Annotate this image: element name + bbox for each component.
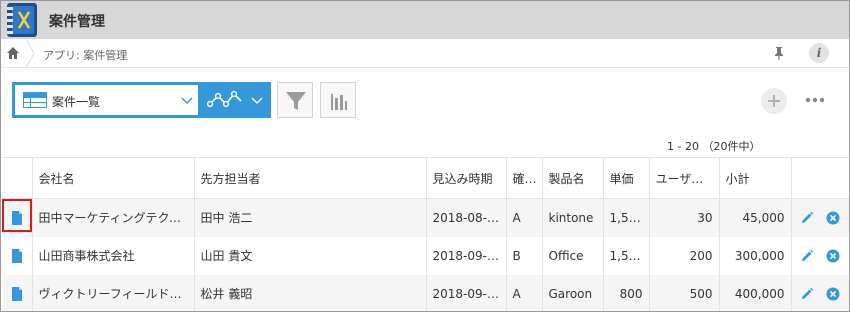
- more-options-button[interactable]: [801, 90, 829, 110]
- pin-icon[interactable]: [771, 45, 787, 61]
- notebook-app-icon: [7, 3, 37, 37]
- pencil-icon[interactable]: [800, 211, 814, 225]
- chevron-down-icon: [251, 97, 263, 105]
- view-selector-box: 案件一覧: [15, 85, 198, 115]
- column-header-detail: [2, 157, 33, 199]
- cell-rank: B: [506, 236, 543, 275]
- add-record-button[interactable]: [761, 88, 787, 114]
- cell-date: 2018-08-31: [426, 198, 507, 237]
- cell-price: 1,500: [603, 198, 650, 237]
- column-header[interactable]: 先方担当者: [194, 157, 427, 199]
- column-header[interactable]: 確度: [506, 157, 543, 199]
- cell-users: 500: [649, 274, 720, 311]
- breadcrumb-separator-icon: [25, 39, 35, 68]
- view-selector-label: 案件一覧: [52, 95, 101, 109]
- column-header[interactable]: 小計: [719, 157, 792, 199]
- plus-icon: [768, 95, 780, 107]
- cell-contact: 松井 義昭: [194, 274, 427, 311]
- document-icon[interactable]: [11, 286, 23, 301]
- cell-rank: A: [506, 198, 543, 237]
- cell-product: kintone: [542, 198, 604, 237]
- more-icon: [805, 97, 825, 103]
- app-window: 案件管理 アプリ: 案件管理 i 案件一覧 1 - 20 （20件中） 会社名 …: [0, 0, 850, 312]
- list-view-icon: [23, 92, 47, 108]
- record-detail-cell[interactable]: [2, 236, 33, 275]
- cell-subtotal: 400,000: [719, 274, 792, 311]
- cell-contact: 田中 浩二: [194, 198, 427, 237]
- column-header[interactable]: 会社名: [32, 157, 195, 199]
- pencil-icon[interactable]: [800, 249, 814, 263]
- breadcrumb-app-link[interactable]: アプリ: 案件管理: [43, 47, 127, 63]
- row-actions: [791, 274, 849, 311]
- pagination-info: 1 - 20 （20件中）: [667, 140, 761, 153]
- chevron-down-icon: [181, 97, 193, 105]
- row-actions: [791, 236, 849, 275]
- cell-price: 1,500: [603, 236, 650, 275]
- home-icon[interactable]: [5, 45, 21, 61]
- cell-company: 田中マーケティングテクノ…: [32, 198, 195, 237]
- cell-price: 800: [603, 274, 650, 311]
- cell-date: 2018-09-28: [426, 274, 507, 311]
- app-title: 案件管理: [49, 14, 105, 30]
- cell-product: Garoon: [542, 274, 604, 311]
- cell-company: ヴィクトリーフィールド株…: [32, 274, 195, 311]
- delete-icon[interactable]: [826, 249, 840, 263]
- table-row: 田中マーケティングテクノ… 田中 浩二 2018-08-31 A kintone…: [2, 198, 849, 237]
- app-header: 案件管理: [1, 1, 849, 39]
- table-header-row: 会社名 先方担当者 見込み時期 確度 製品名 単価 ユーザー数 小計: [2, 157, 849, 199]
- filter-icon: [286, 92, 306, 110]
- filter-button[interactable]: [277, 82, 313, 118]
- cell-date: 2018-09-07: [426, 236, 507, 275]
- delete-icon[interactable]: [826, 211, 840, 225]
- bar-chart-icon: [331, 94, 347, 110]
- breadcrumb: アプリ: 案件管理 i: [1, 39, 849, 68]
- cell-company: 山田商事株式会社: [32, 236, 195, 275]
- records-table: 会社名 先方担当者 見込み時期 確度 製品名 単価 ユーザー数 小計 田中マーケ…: [2, 157, 849, 311]
- column-header[interactable]: 単価: [603, 157, 650, 199]
- row-actions: [791, 198, 849, 237]
- record-detail-cell[interactable]: [2, 274, 33, 311]
- column-header[interactable]: ユーザー数: [649, 157, 720, 199]
- view-selector-dropdown[interactable]: 案件一覧: [12, 82, 201, 118]
- document-icon[interactable]: [11, 210, 23, 225]
- cell-subtotal: 300,000: [719, 236, 792, 275]
- cell-users: 30: [649, 198, 720, 237]
- pencil-icon[interactable]: [800, 287, 814, 301]
- delete-icon[interactable]: [826, 287, 840, 301]
- table-row: ヴィクトリーフィールド株… 松井 義昭 2018-09-28 A Garoon …: [2, 274, 849, 311]
- record-detail-cell[interactable]: [2, 198, 33, 237]
- graph-view-button[interactable]: [201, 82, 271, 118]
- document-icon[interactable]: [11, 248, 23, 263]
- column-header[interactable]: 見込み時期: [426, 157, 507, 199]
- cell-rank: A: [506, 274, 543, 311]
- cell-subtotal: 45,000: [719, 198, 792, 237]
- line-graph-icon: [207, 90, 242, 108]
- info-icon[interactable]: i: [809, 43, 829, 63]
- chart-button[interactable]: [320, 82, 356, 118]
- column-header[interactable]: 製品名: [542, 157, 604, 199]
- cell-users: 200: [649, 236, 720, 275]
- cell-product: Office: [542, 236, 604, 275]
- table-row: 山田商事株式会社 山田 貴文 2018-09-07 B Office 1,500…: [2, 236, 849, 275]
- column-header-actions: [791, 157, 849, 199]
- cell-contact: 山田 貴文: [194, 236, 427, 275]
